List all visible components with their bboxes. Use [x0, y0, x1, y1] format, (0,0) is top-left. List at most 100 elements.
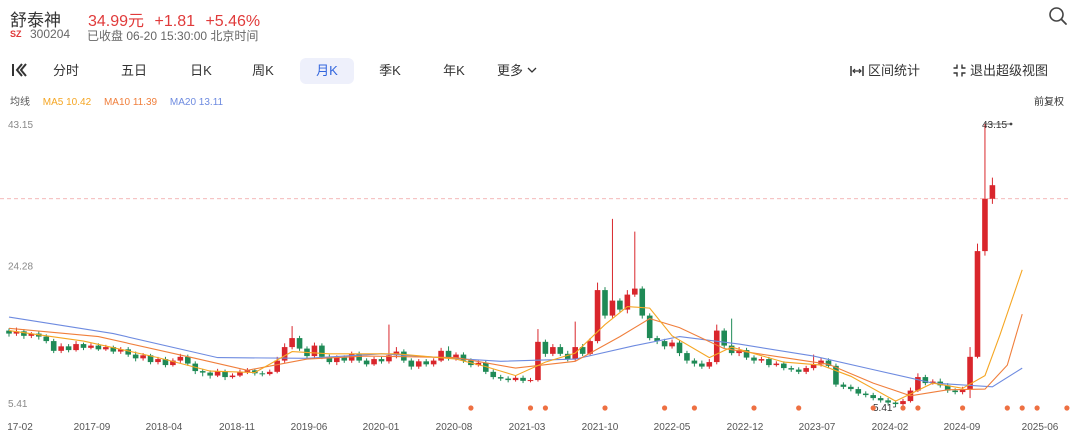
candle-body [900, 401, 906, 405]
x-tick-label: 2018-04 [146, 422, 183, 433]
stock-code: 300204 [30, 27, 71, 41]
x-tick-label: 2020-01 [363, 422, 400, 433]
candle-body [699, 363, 705, 367]
candle-body [617, 300, 623, 310]
candle-body [669, 342, 675, 347]
candle-body [177, 356, 184, 361]
candle-body [982, 198, 988, 252]
candle-body [766, 359, 772, 366]
candlestick-chart[interactable]: 43.15 24.28 5.41 43.15 5.41 17-02 2017-09 2018-… [0, 110, 1080, 438]
more-menu[interactable]: 更多 [497, 58, 537, 84]
search-icon[interactable] [1048, 6, 1068, 26]
x-tick-label: 2025-06 [1022, 422, 1059, 433]
candle-body [855, 389, 862, 394]
x-tick-label: 2022-12 [727, 422, 764, 433]
candle-body [58, 346, 64, 351]
event-marker [1034, 405, 1040, 411]
candle-body [974, 251, 981, 357]
event-marker [915, 405, 921, 411]
candle-body [296, 338, 303, 349]
candle-body [535, 341, 541, 381]
market-status: 已收盘 06-20 15:30:00 北京时间 [87, 29, 259, 43]
max-price-label: 43.15 [982, 120, 1007, 131]
candle-body [341, 357, 348, 361]
x-tick-label: 2024-02 [872, 422, 909, 433]
adjust-mode-button[interactable]: 前复权 [1034, 93, 1064, 108]
tab-period[interactable]: 五日 [108, 58, 160, 84]
candle-body [80, 344, 87, 348]
tab-period[interactable]: 季K [364, 58, 416, 84]
candle-body [557, 347, 564, 354]
candle-body [803, 368, 809, 372]
y-tick-label: 24.28 [8, 262, 33, 273]
candle-body [877, 398, 884, 401]
collapse-icon[interactable] [10, 61, 28, 79]
max-price-dot [1009, 122, 1013, 126]
exit-super-view-label: 退出超级视图 [970, 63, 1049, 78]
x-tick-label: 2019-06 [291, 422, 328, 433]
candle-body [691, 360, 698, 364]
exit-super-view-button[interactable]: 退出超级视图 [953, 58, 1048, 84]
ma-legend-title: 均线 [10, 97, 30, 108]
tab-period[interactable]: 周K [237, 58, 289, 84]
tab-period[interactable]: 分时 [40, 58, 92, 84]
event-marker [870, 405, 876, 411]
candle-body [989, 185, 996, 199]
interval-icon [850, 66, 864, 76]
candle-body [430, 360, 437, 365]
candle-body [684, 353, 690, 361]
ma10-line [8, 313, 1023, 397]
candle-body [311, 345, 318, 357]
ma20-value: MA20 13.11 [169, 97, 224, 108]
x-tick-label: 2018-11 [219, 422, 255, 433]
candle-body [632, 288, 638, 295]
event-marker [662, 405, 668, 411]
candle-body [848, 386, 854, 390]
candle-body [401, 351, 407, 361]
x-tick-label: 2021-03 [509, 422, 546, 433]
x-tick-label: 2020-08 [436, 422, 473, 433]
event-marker [602, 405, 608, 411]
candle-body [512, 377, 519, 381]
y-tick-label: 5.41 [8, 399, 28, 410]
candle-body [155, 359, 161, 363]
event-marker [691, 405, 698, 411]
market-badge: SZ [10, 29, 22, 39]
candle-body [788, 368, 795, 370]
candle-body [840, 384, 847, 387]
candle-body [892, 402, 899, 405]
candle-body [274, 360, 280, 372]
chart-toolbar: 分时 五日 日K 周K 月K 季K 年K 更多 区间统计 退出超级视图 [0, 56, 1080, 84]
candle-body [266, 371, 273, 375]
event-marker [751, 405, 757, 411]
candle-body [639, 288, 646, 316]
candle-body [408, 360, 415, 367]
candle-body [371, 359, 377, 365]
candle-body [65, 346, 72, 351]
candle-body [773, 363, 780, 366]
candle-body [542, 341, 549, 354]
event-marker [1019, 405, 1025, 411]
candle-body [870, 395, 876, 399]
tab-period[interactable]: 年K [428, 58, 480, 84]
interval-stats-label: 区间统计 [868, 63, 921, 78]
candle-body [497, 377, 504, 379]
candle-body [378, 359, 385, 362]
tab-period[interactable]: 日K [175, 58, 227, 84]
candle-body [609, 300, 616, 316]
candle-body [95, 345, 102, 350]
ma10-value: MA10 11.39 [103, 97, 158, 108]
candle-body [229, 375, 236, 378]
chevron-down-icon [527, 67, 537, 73]
candle-body [415, 361, 422, 367]
candle-body [140, 355, 146, 359]
candle-body [520, 377, 526, 381]
x-tick-label: 2023-07 [799, 422, 836, 433]
candle-body [527, 380, 534, 382]
more-label: 更多 [497, 63, 524, 78]
interval-stats-button[interactable]: 区间统计 [850, 58, 920, 84]
candle-body [602, 290, 608, 316]
candle-body [199, 371, 206, 373]
tab-period-active[interactable]: 月K [300, 58, 354, 84]
candle-body [207, 372, 213, 376]
